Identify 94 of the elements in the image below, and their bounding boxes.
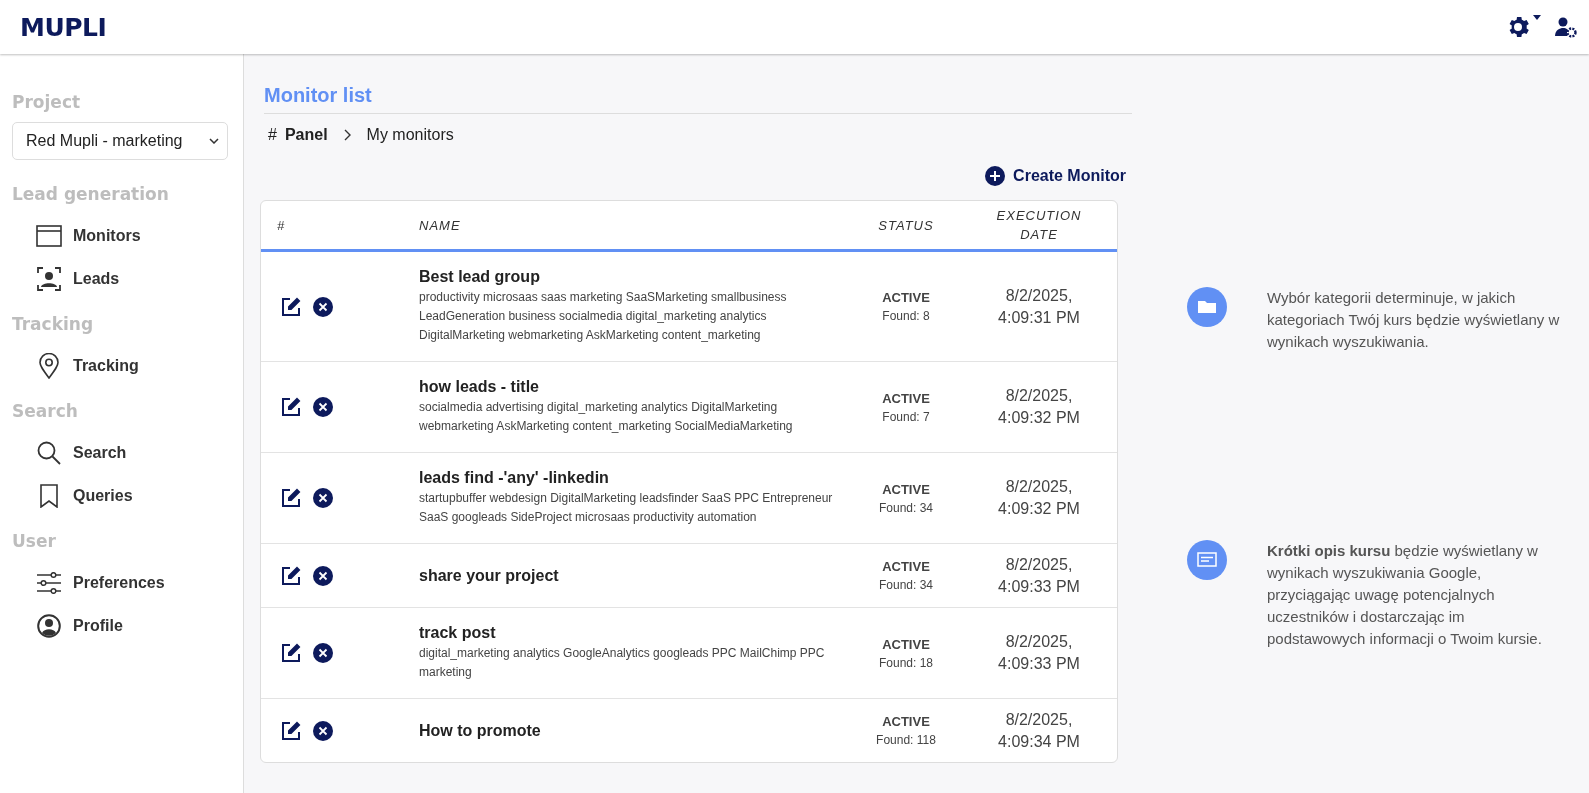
delete-button[interactable]	[313, 397, 333, 417]
execution-date: 8/2/2025, 4:09:33 PM	[997, 632, 1081, 674]
monitor-name: how leads - title	[419, 378, 540, 396]
search-icon	[37, 440, 61, 465]
monitor-tags: productivity microsaas saas marketing SaaSMarketing smallbusiness LeadGeneration business socialmedia digital_marketing analytics DigitalMarketing webmarketing AskMarketing content_marketing	[419, 288, 851, 345]
sidebar-item[interactable]: Queries	[12, 474, 228, 517]
sidebar-section-title: Tracking	[12, 314, 95, 334]
sidebar-section-title: Search	[12, 401, 79, 421]
execution-date: 8/2/2025, 4:09:34 PM	[997, 709, 1081, 752]
edit-button[interactable]	[281, 565, 301, 586]
close-icon	[313, 488, 333, 508]
found-count: Found: 18	[877, 655, 934, 670]
sliders-icon	[37, 571, 61, 594]
project-select[interactable]: Red Mupli - marketing	[12, 122, 228, 160]
edit-button[interactable]	[281, 296, 301, 317]
monitor-name: leads find -'any' -linkedin	[419, 469, 610, 487]
breadcrumb-hash: #	[268, 126, 277, 144]
edit-button[interactable]	[281, 720, 301, 741]
close-icon	[313, 296, 333, 317]
settings-icon	[1507, 15, 1531, 39]
sidebar-item[interactable]: Profile	[12, 604, 228, 647]
column-header: STATUS	[877, 216, 935, 235]
execution-date: 8/2/2025, 4:09:31 PM	[997, 285, 1081, 328]
found-count: Found: 34	[877, 500, 934, 515]
edit-icon	[281, 296, 301, 317]
edit-icon	[281, 565, 301, 586]
caret-icon	[1533, 15, 1541, 20]
edit-icon	[281, 720, 301, 741]
edit-icon	[281, 397, 301, 417]
status-label: ACTIVE	[881, 390, 931, 406]
execution-date: 8/2/2025, 4:09:32 PM	[997, 386, 1081, 428]
sidebar-section-title: User	[12, 531, 57, 551]
edit-button[interactable]	[281, 488, 301, 508]
delete-button[interactable]	[313, 720, 333, 741]
user-settings-icon	[1555, 16, 1577, 38]
monitor-name: share your project	[419, 566, 560, 585]
edit-button[interactable]	[281, 397, 301, 417]
edit-icon	[281, 488, 301, 508]
breadcrumb-link[interactable]: Panel	[284, 126, 328, 144]
sidebar-section-title: Lead generation	[12, 184, 170, 204]
status-label: ACTIVE	[881, 559, 931, 574]
delete-button[interactable]	[313, 296, 333, 317]
column-header: NAME	[419, 217, 462, 233]
info-text: Krótki opis kursu będzie wyświetlany w wynikach wyszukiwania Google, przyciągając uwagę potencjalnych uczestników i dostarczając im podstawowych informacji o Twoim kursie.	[1267, 541, 1543, 649]
sidebar-item[interactable]: Preferences	[12, 561, 228, 604]
edit-button[interactable]	[281, 643, 301, 663]
edit-icon	[281, 643, 301, 663]
sidebar-item[interactable]: Tracking	[12, 344, 228, 387]
settings-menu-button[interactable]	[1507, 15, 1541, 39]
monitor-tags: digital_marketing analytics GoogleAnalytics googleads PPC MailChimp PPC marketing	[419, 644, 851, 682]
sidebar-section-title: Project	[12, 92, 82, 112]
user-settings-button[interactable]	[1555, 16, 1577, 38]
window-icon	[36, 224, 62, 247]
page-title: Monitor list	[264, 84, 372, 108]
location-pin-icon	[39, 352, 59, 379]
sidebar-item[interactable]: Leads	[12, 257, 228, 300]
create-monitor-button[interactable]: Create Monitor	[985, 166, 1126, 186]
info-text: Wybór kategorii determinuje, w jakich kategoriach Twój kurs będzie wyświetlany w wynikach wyszukiwania.	[1267, 288, 1561, 352]
delete-button[interactable]	[313, 565, 333, 586]
breadcrumb-current: My monitors	[366, 126, 454, 144]
column-header: EXECUTION DATE	[995, 207, 1083, 244]
found-count: Found: 34	[877, 578, 934, 592]
sidebar-item[interactable]: Monitors	[12, 214, 228, 257]
monitor-tags: socialmedia advertising digital_marketing analytics DigitalMarketing webmarketing AskMarketing content_marketing SocialMediaMarketing	[419, 398, 851, 436]
chevron-right-icon	[343, 129, 351, 141]
close-icon	[313, 565, 333, 586]
close-icon	[313, 720, 333, 741]
plus-circle-icon	[985, 166, 1006, 186]
app-logo: MUPLI	[20, 12, 107, 42]
delete-button[interactable]	[313, 643, 333, 663]
close-icon	[313, 397, 333, 417]
person-icon	[37, 266, 61, 291]
folder-icon	[1187, 287, 1227, 327]
sidebar-item[interactable]: Search	[12, 431, 228, 474]
status-label: ACTIVE	[881, 636, 931, 652]
column-header: #	[276, 217, 287, 233]
monitor-name: Best lead group	[419, 268, 541, 286]
status-label: ACTIVE	[881, 290, 931, 305]
found-count: Found: 7	[881, 409, 931, 424]
close-icon	[313, 643, 333, 663]
bookmark-icon	[40, 483, 58, 508]
monitor-tags: startupbuffer webdesign DigitalMarketing leadsfinder SaaS PPC Entrepreneur SaaS googleads SideProject microsaas productivity automation	[419, 489, 851, 527]
profile-icon	[37, 613, 61, 638]
execution-date: 8/2/2025, 4:09:33 PM	[997, 554, 1081, 597]
found-count: Found: 118	[875, 733, 937, 747]
text-card-icon	[1187, 540, 1227, 580]
chevron-down-icon	[209, 138, 219, 144]
execution-date: 8/2/2025, 4:09:32 PM	[997, 477, 1081, 519]
monitor-name: track post	[419, 624, 497, 642]
monitor-name: How to promote	[419, 721, 542, 740]
status-label: ACTIVE	[881, 714, 931, 729]
status-label: ACTIVE	[881, 481, 931, 497]
delete-button[interactable]	[313, 488, 333, 508]
found-count: Found: 8	[881, 309, 931, 323]
